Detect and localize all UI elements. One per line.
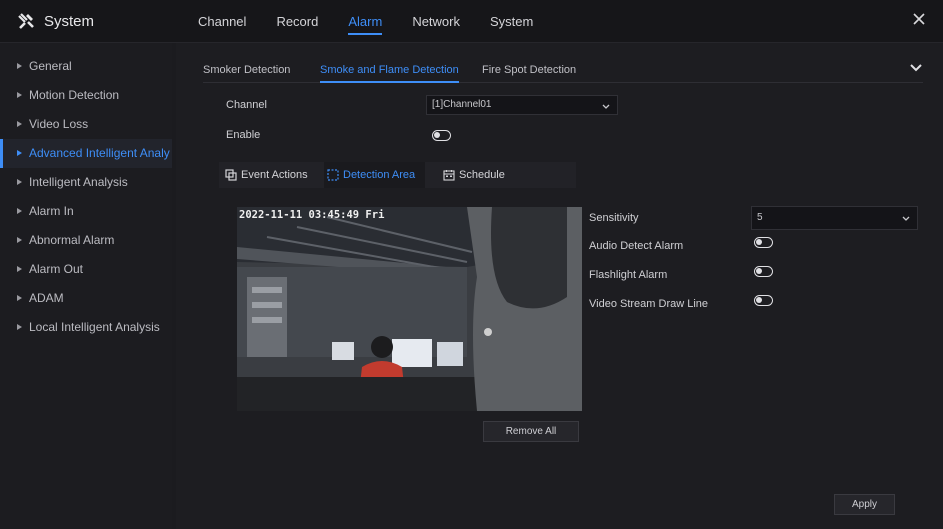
tab-schedule[interactable]: Schedule [443,162,533,188]
enable-toggle[interactable] [432,130,451,141]
caret-right-icon [17,294,22,301]
camera-scene-image [237,207,582,411]
sidebar-item-label: Local Intelligent Analysis [29,320,160,334]
sidebar-item-label: Abnormal Alarm [29,233,115,247]
sidebar-item-alarm-in[interactable]: Alarm In [0,197,172,226]
sidebar-item-adam[interactable]: ADAM [0,284,172,313]
nav-network[interactable]: Network [412,0,460,42]
channel-select[interactable]: [1]Channel01 [426,95,618,115]
sidebar-item-video-loss[interactable]: Video Loss [0,110,172,139]
tab-detection-area[interactable]: Detection Area [324,162,425,188]
sidebar-item-local-intelligent-analysis[interactable]: Local Intelligent Analysis [0,313,172,342]
close-icon[interactable] [911,11,927,27]
app-title-text: System [44,12,95,30]
nav-record[interactable]: Record [276,0,318,42]
apply-button[interactable]: Apply [834,494,895,515]
video-stream-draw-line-toggle[interactable] [754,295,773,306]
tools-icon [18,13,34,29]
enable-label: Enable [226,129,261,141]
sidebar-item-label: Video Loss [29,117,89,131]
channel-label: Channel [226,99,267,111]
tab-label: Event Actions [241,169,308,181]
sidebar-item-label: Advanced Intelligent Analy [29,146,170,160]
caret-right-icon [17,178,22,185]
video-preview[interactable]: 2022-11-11 03:45:49 Fri [237,207,582,411]
sidebar-item-label: ADAM [29,291,64,305]
sidebar-item-label: Intelligent Analysis [29,175,128,189]
sidebar-item-label: Alarm In [29,204,74,218]
chevron-down-icon [902,216,910,221]
calendar-icon [443,170,455,181]
chevron-down-icon [602,104,610,109]
app-title: System [16,11,94,31]
caret-right-icon [17,265,22,272]
caret-right-icon [17,120,22,127]
sidebar-item-alarm-out[interactable]: Alarm Out [0,255,172,284]
tab-fire-spot-detection[interactable]: Fire Spot Detection [482,60,576,80]
caret-right-icon [17,323,22,330]
top-nav: Channel Record Alarm Network System [198,0,563,42]
caret-right-icon [17,62,22,69]
sidebar-item-intelligent-analysis[interactable]: Intelligent Analysis [0,168,172,197]
sidebar: General Motion Detection Video Loss Adva… [0,43,172,529]
nav-system[interactable]: System [490,0,533,42]
video-stream-draw-line-label: Video Stream Draw Line [589,298,709,310]
nav-alarm[interactable]: Alarm [348,0,382,42]
nav-channel[interactable]: Channel [198,0,246,42]
osd-timestamp: 2022-11-11 03:45:49 Fri [239,209,385,221]
audio-detect-alarm-label: Audio Detect Alarm [589,240,684,252]
caret-right-icon [17,207,22,214]
sidebar-item-advanced-intelligent-analysis[interactable]: Advanced Intelligent Analy [0,139,172,168]
flashlight-alarm-toggle[interactable] [754,266,773,277]
tab-label: Schedule [459,169,505,181]
sensitivity-select[interactable]: 5 [751,206,918,230]
audio-detect-alarm-toggle[interactable] [754,237,773,248]
tab-event-actions[interactable]: Event Actions [225,162,325,188]
caret-right-icon [17,236,22,243]
channel-select-value: [1]Channel01 [432,99,492,110]
remove-all-button[interactable]: Remove All [483,421,579,442]
sidebar-item-general[interactable]: General [0,52,172,81]
chevron-down-icon[interactable] [909,63,923,73]
sensitivity-label: Sensitivity [589,212,639,224]
tab-label: Detection Area [343,169,416,181]
caret-right-icon [17,149,22,156]
tab-smoke-and-flame-detection[interactable]: Smoke and Flame Detection [320,60,459,83]
sensitivity-select-value: 5 [757,212,763,223]
sidebar-item-label: Alarm Out [29,262,84,276]
caret-right-icon [17,91,22,98]
sidebar-item-motion-detection[interactable]: Motion Detection [0,81,172,110]
flashlight-alarm-label: Flashlight Alarm [589,269,668,281]
top-bar: System Channel Record Alarm Network Syst… [0,0,943,43]
detection-area-icon [327,169,339,181]
sidebar-item-abnormal-alarm[interactable]: Abnormal Alarm [0,226,172,255]
sidebar-item-label: Motion Detection [29,88,120,102]
sidebar-item-label: General [29,59,72,73]
tab-smoker-detection[interactable]: Smoker Detection [203,60,290,80]
event-actions-icon [225,169,237,181]
config-tabs: Event Actions Detection Area Schedule [219,162,576,188]
detection-type-tabs: Smoker Detection Smoke and Flame Detecti… [203,60,923,83]
